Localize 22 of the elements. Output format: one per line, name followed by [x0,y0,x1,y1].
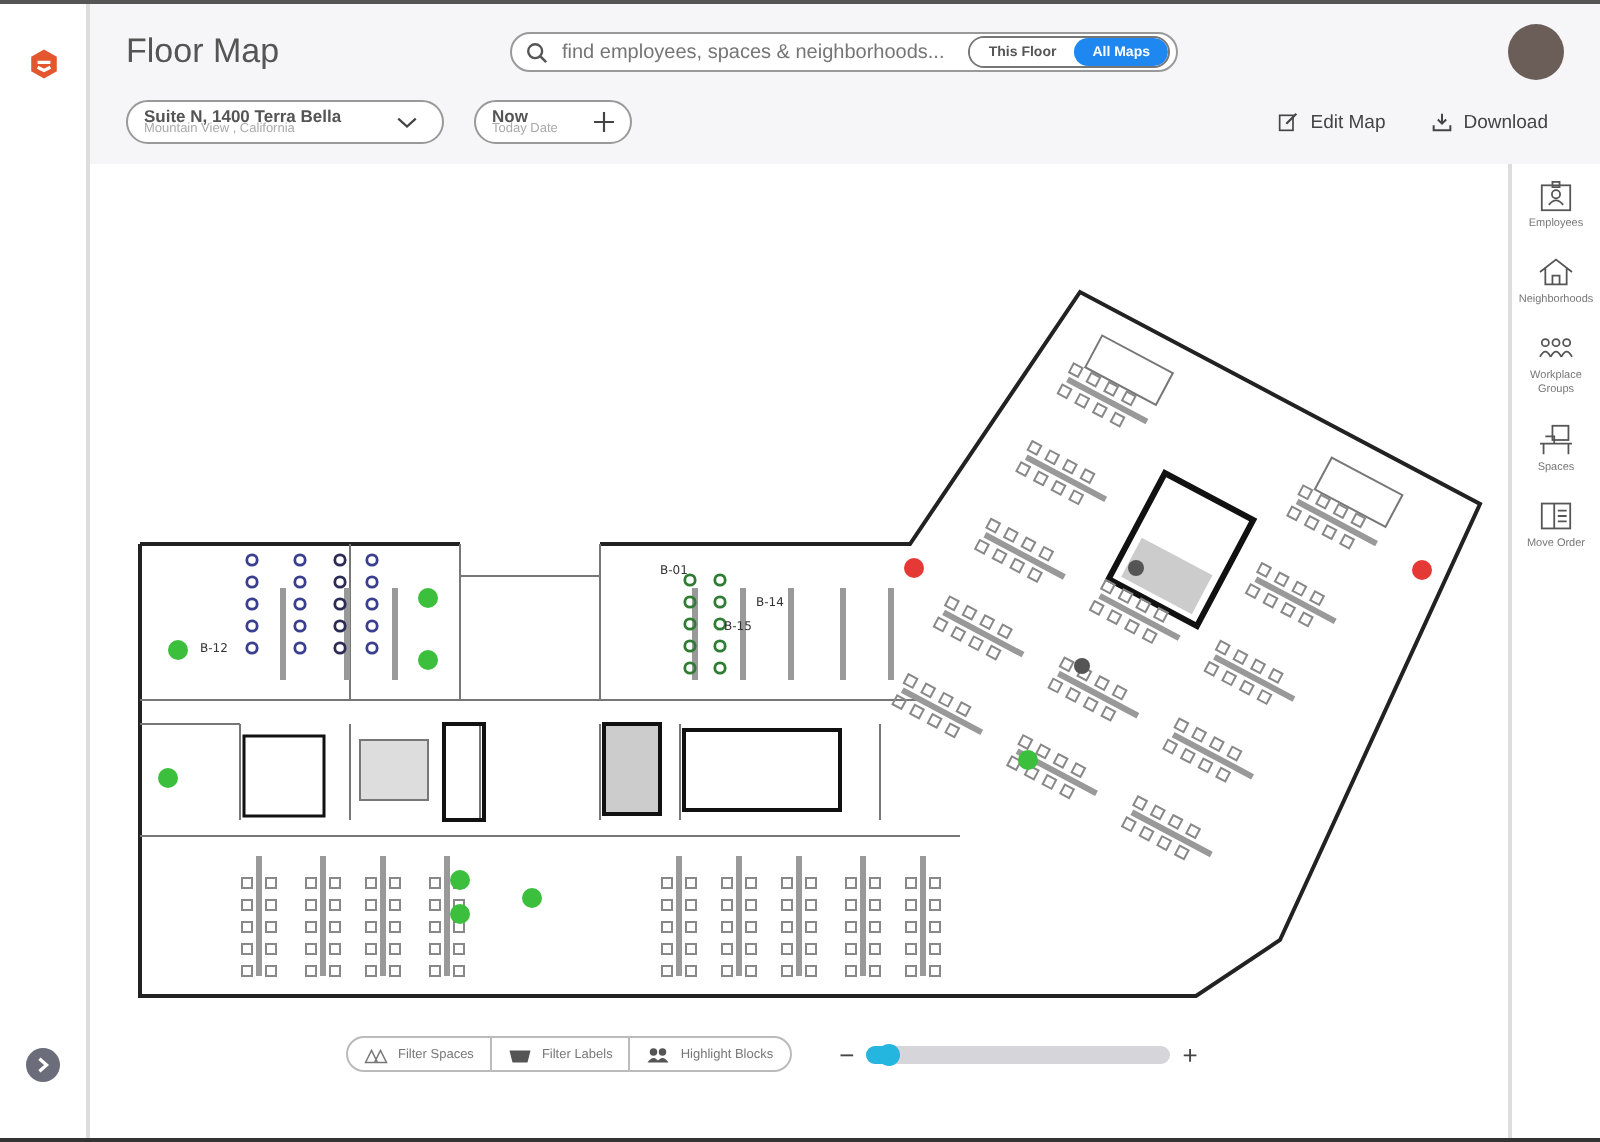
chevron-right-icon [34,1056,52,1074]
action-button[interactable]: Download [1431,111,1548,133]
triangles-icon [364,1045,388,1063]
expand-button[interactable] [26,1048,60,1082]
logo-icon [27,48,59,80]
zoom-slider[interactable] [866,1045,1171,1063]
action-button[interactable]: Edit Map [1278,111,1386,133]
search-icon [526,41,548,63]
download-icon [1431,112,1452,132]
chevron-down-icon [396,115,418,129]
desk-icon [1538,423,1574,456]
people-icon [646,1045,671,1063]
id-badge-icon [1538,180,1574,212]
plus-icon [594,112,614,132]
slider-thumb[interactable] [878,1043,901,1065]
board-icon [1538,499,1574,532]
avatar[interactable] [1508,24,1564,80]
zoom-out-button[interactable]: − [839,1039,855,1069]
zoom-in-button[interactable]: + [1182,1039,1198,1069]
house-icon [1538,256,1574,289]
edit-icon [1278,112,1299,132]
page-title: Floor Map [126,32,282,72]
